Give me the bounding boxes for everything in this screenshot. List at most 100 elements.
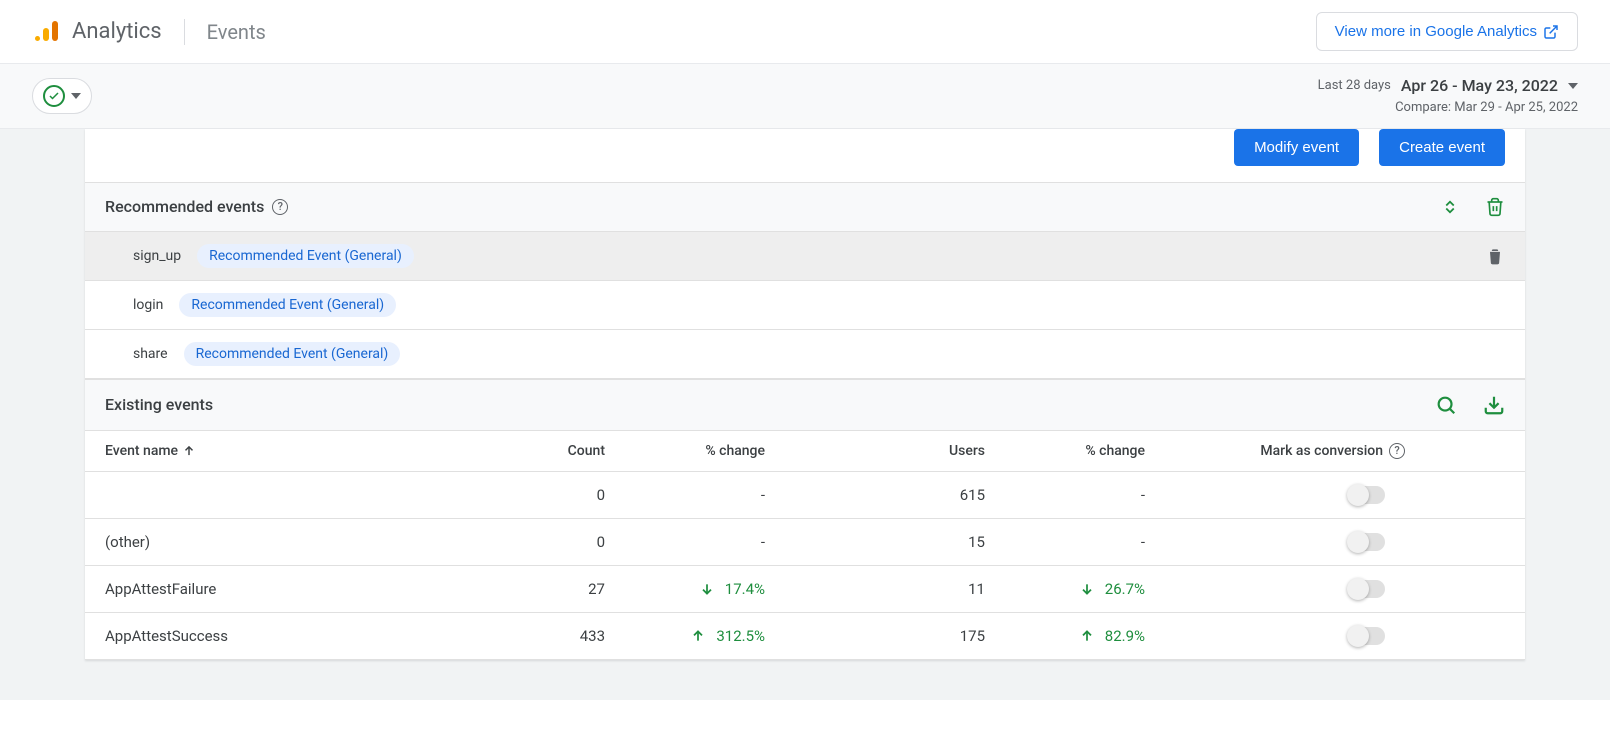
date-block: Last 28 days Apr 26 - May 23, 2022 Compa… [1318,74,1578,118]
cell-change2: - [985,486,1145,504]
table-row[interactable]: AppAttestFailure 27 17.4% 11 26.7% [85,566,1525,613]
recommended-events-title: Recommended events [105,197,264,216]
brand-text: Analytics [72,19,162,44]
recommended-event-row[interactable]: share Recommended Event (General) [85,330,1525,379]
trend-down-icon [1079,581,1095,597]
recommended-row-left: sign_up Recommended Event (General) [133,244,414,268]
trend-up-icon [1079,628,1095,644]
existing-events-header: Existing events [85,379,1525,431]
recommended-chip: Recommended Event (General) [184,342,401,366]
existing-section-actions [1435,394,1505,416]
cell-count: 27 [485,580,605,598]
cell-change: - [605,486,765,504]
recommended-event-name: sign_up [133,248,181,264]
col-header-count[interactable]: Count [485,443,605,459]
cell-event-name: AppAttestSuccess [105,627,485,645]
cell-conversion [1145,486,1505,504]
change-value: 312.5% [716,627,765,645]
cell-users: 15 [765,533,985,551]
recommended-event-name: share [133,346,168,362]
col-header-users[interactable]: Users [765,443,985,459]
conversion-toggle[interactable] [1349,533,1385,551]
recommended-row-left: share Recommended Event (General) [133,342,400,366]
col-header-event-name[interactable]: Event name [105,443,485,459]
recommended-chip: Recommended Event (General) [197,244,414,268]
col-header-conversion-label: Mark as conversion [1260,443,1383,459]
cell-change: 312.5% [605,627,765,645]
cell-conversion [1145,580,1505,598]
recommended-event-name: login [133,297,163,313]
delete-row-icon[interactable] [1485,246,1505,266]
cell-change: 17.4% [605,580,765,598]
content-wrap: Modify event Create event Recommended ev… [0,129,1610,700]
top-header: Analytics Events View more in Google Ana… [0,0,1610,64]
date-label: Last 28 days [1318,76,1391,96]
recommended-events-header: Recommended events ? [85,182,1525,232]
cell-change2: 26.7% [985,580,1145,598]
cell-users: 615 [765,486,985,504]
cell-event-name: AppAttestFailure [105,580,485,598]
date-range-picker[interactable]: Last 28 days Apr 26 - May 23, 2022 [1318,74,1578,98]
vertical-divider [184,19,185,45]
recommended-events-title-row: Recommended events ? [105,197,288,216]
sort-icon[interactable] [1441,198,1459,216]
sort-asc-icon [182,444,196,458]
events-card: Modify event Create event Recommended ev… [85,129,1525,660]
change-value: 17.4% [725,580,765,598]
open-in-new-icon [1543,24,1559,40]
col-header-change2[interactable]: % change [985,443,1145,459]
section-title: Events [207,20,266,44]
delete-all-icon[interactable] [1485,197,1505,217]
compare-text: Compare: Mar 29 - Apr 25, 2022 [1318,98,1578,118]
cell-change: - [605,533,765,551]
cell-users: 175 [765,627,985,645]
view-more-label: View more in Google Analytics [1335,23,1537,40]
conversion-toggle[interactable] [1349,486,1385,504]
trend-down-icon [699,581,715,597]
col-header-change[interactable]: % change [605,443,765,459]
existing-events-title: Existing events [105,395,213,414]
table-row[interactable]: 0 - 615 - [85,472,1525,519]
change2-value: 26.7% [1105,580,1145,598]
action-buttons-row: Modify event Create event [85,129,1525,182]
recommended-event-row[interactable]: sign_up Recommended Event (General) [85,232,1525,281]
recommended-row-left: login Recommended Event (General) [133,293,396,317]
cell-conversion [1145,627,1505,645]
table-row[interactable]: AppAttestSuccess 433 312.5% 175 82.9% [85,613,1525,660]
modify-event-button[interactable]: Modify event [1234,129,1359,166]
col-header-conversion: Mark as conversion ? [1145,443,1505,459]
existing-events-title-row: Existing events [105,395,213,414]
help-icon[interactable]: ? [1389,443,1405,459]
cell-count: 433 [485,627,605,645]
cell-users: 11 [765,580,985,598]
chevron-down-icon [1568,83,1578,89]
cell-event-name: (other) [105,533,485,551]
conversion-toggle[interactable] [1349,580,1385,598]
search-icon[interactable] [1435,394,1457,416]
brand-block: Analytics Events [32,18,266,46]
create-event-button[interactable]: Create event [1379,129,1505,166]
cell-count: 0 [485,486,605,504]
cell-count: 0 [485,533,605,551]
col-header-name-label: Event name [105,443,178,459]
view-more-button[interactable]: View more in Google Analytics [1316,12,1578,51]
change2-value: 82.9% [1105,627,1145,645]
help-icon[interactable]: ? [272,199,288,215]
chevron-down-icon [71,93,81,99]
filter-pill[interactable] [32,78,92,114]
trend-up-icon [690,628,706,644]
date-range: Apr 26 - May 23, 2022 [1401,74,1558,98]
recommended-chip: Recommended Event (General) [179,293,396,317]
conversion-toggle[interactable] [1349,627,1385,645]
toolbar: Last 28 days Apr 26 - May 23, 2022 Compa… [0,64,1610,129]
table-header-row: Event name Count % change Users % change… [85,431,1525,472]
recommended-event-row[interactable]: login Recommended Event (General) [85,281,1525,330]
recommended-section-actions [1441,197,1505,217]
cell-change2: 82.9% [985,627,1145,645]
download-icon[interactable] [1483,394,1505,416]
table-row[interactable]: (other) 0 - 15 - [85,519,1525,566]
analytics-logo-icon [32,18,60,46]
cell-change2: - [985,533,1145,551]
cell-conversion [1145,533,1505,551]
check-circle-icon [43,85,65,107]
